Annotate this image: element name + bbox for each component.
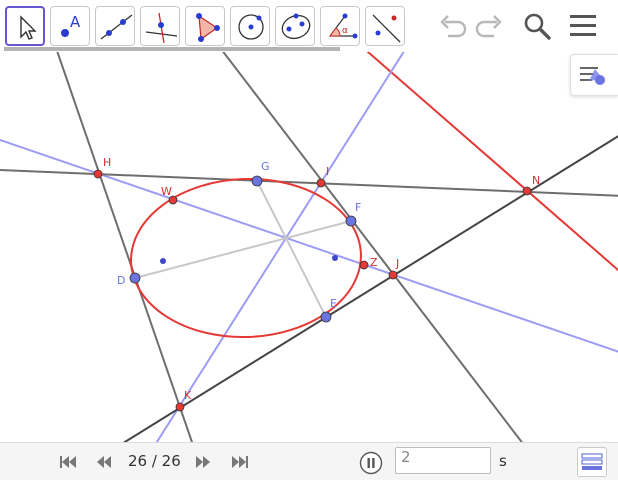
graphics-view[interactable]: G F D E H I N W Z J K xyxy=(0,52,618,442)
skip-last-icon[interactable] xyxy=(231,455,249,469)
line-through-points-icon xyxy=(100,14,133,40)
reflect-line-icon xyxy=(372,14,401,43)
point-F-label: F xyxy=(355,201,361,214)
focus-point-1[interactable] xyxy=(160,258,166,264)
tool-polygon[interactable] xyxy=(185,6,225,46)
point-E[interactable]: E xyxy=(320,297,337,323)
angle-icon: α xyxy=(329,13,358,39)
point-E-label: E xyxy=(330,297,337,310)
line-hk[interactable] xyxy=(55,52,194,442)
tool-point[interactable]: A xyxy=(50,6,90,46)
tool-move[interactable] xyxy=(5,6,45,46)
menu-icon[interactable] xyxy=(568,10,600,42)
point-G-label: G xyxy=(261,160,270,173)
tool-perpendicular[interactable] xyxy=(140,6,180,46)
point-W[interactable]: W xyxy=(161,185,178,205)
style-bar-toggle[interactable] xyxy=(570,54,618,96)
undo-icon[interactable] xyxy=(436,10,470,42)
toolbar-separator xyxy=(4,47,340,51)
point-K-label: K xyxy=(184,389,192,402)
point-H-label: H xyxy=(103,156,111,169)
tool-circle[interactable] xyxy=(230,6,270,46)
point-I-label: I xyxy=(326,165,329,178)
search-icon[interactable] xyxy=(520,10,554,42)
perpendicular-line-icon xyxy=(145,12,178,44)
speed-input[interactable]: 2 xyxy=(395,447,491,474)
tool-angle[interactable]: α xyxy=(320,6,360,46)
cursor-arrow-icon xyxy=(20,15,37,40)
step-back-icon[interactable] xyxy=(95,455,113,469)
circle-center-point-icon xyxy=(238,14,264,40)
style-bar-icon xyxy=(580,67,605,85)
toolbar: A α xyxy=(0,0,618,52)
tool-reflect[interactable] xyxy=(365,6,405,46)
animation-bar: 26 / 26 2 s xyxy=(0,442,618,480)
speed-unit: s xyxy=(499,452,507,470)
angle-tool-label: α xyxy=(342,26,348,36)
point-N-label: N xyxy=(532,174,540,187)
point-Z-label: Z xyxy=(370,256,378,269)
tool-line[interactable] xyxy=(95,6,135,46)
geogebra-app: A α G F D E H I N W Z J K 26 / 26 2 s xyxy=(0,0,618,480)
redo-icon[interactable] xyxy=(472,10,506,42)
algebra-view-icon xyxy=(581,453,603,470)
point-tool-label: A xyxy=(70,13,81,31)
step-counter: 26 / 26 xyxy=(128,452,181,470)
polygon-icon xyxy=(196,13,220,42)
tool-conic[interactable] xyxy=(275,6,315,46)
algebra-input-icon[interactable] xyxy=(577,447,607,477)
step-forward-icon[interactable] xyxy=(194,455,212,469)
construction-svg[interactable]: G F D E H I N W Z J K xyxy=(0,52,618,442)
ellipse-icon xyxy=(281,13,311,40)
blue-line-ki[interactable] xyxy=(155,52,408,442)
point-icon: A xyxy=(61,13,81,37)
focus-point-2[interactable] xyxy=(332,255,338,261)
pause-icon[interactable] xyxy=(359,451,383,475)
point-J-label: J xyxy=(395,257,399,270)
skip-first-icon[interactable] xyxy=(59,455,77,469)
line-ij[interactable] xyxy=(218,52,524,442)
point-D-label: D xyxy=(117,274,125,287)
point-W-label: W xyxy=(161,185,172,198)
point-F[interactable]: F xyxy=(345,201,361,227)
